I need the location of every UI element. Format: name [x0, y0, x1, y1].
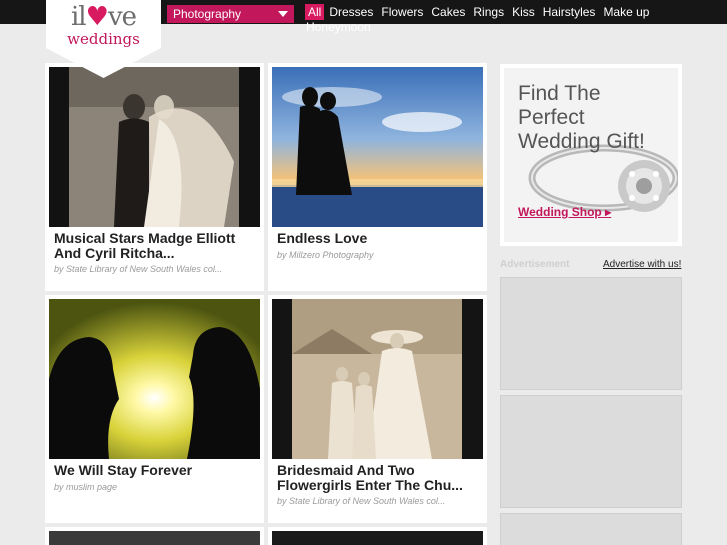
card-title[interactable]: Bridesmaid And Two Flowergirls Enter The…	[277, 463, 477, 493]
category-nav: All Dresses Flowers Cakes Rings Kiss Hairstyle…	[305, 3, 725, 21]
nav-item-dresses[interactable]: Dresses	[326, 4, 376, 20]
card-title[interactable]: Musical Stars Madge Elliott And Cyril Ri…	[54, 231, 254, 261]
photo-card[interactable]: Endless Love by Millzero Photography	[268, 63, 487, 291]
vintage-couple-image	[49, 67, 260, 227]
card-byline: by State Library of New South Wales col.…	[54, 264, 223, 274]
ad-slot[interactable]	[500, 277, 682, 390]
card-byline: by muslim page	[54, 482, 118, 492]
photo-card[interactable]: Bridesmaid And Two Flowergirls Enter The…	[268, 295, 487, 523]
dropdown-arrow-icon	[278, 11, 288, 17]
nav-item-flowers[interactable]: Flowers	[378, 4, 426, 20]
nav-item-kiss[interactable]: Kiss	[509, 4, 538, 20]
nav-item-hairstyles[interactable]: Hairstyles	[540, 4, 599, 20]
sunset-couple-image	[272, 67, 483, 227]
card-photo-vintage-couple[interactable]	[49, 67, 260, 227]
gift-ad-banner: Find The Perfect Wedding Gift! Wedding S…	[504, 68, 678, 242]
card-byline: by State Library of New South Wales col.…	[277, 496, 446, 506]
bridesmaid-image	[272, 299, 483, 459]
heart-icon: ♥	[85, 2, 109, 32]
advertise-with-us-link[interactable]: Advertise with us!	[603, 259, 681, 270]
ad-slot[interactable]	[500, 395, 682, 508]
nav-item-rings[interactable]: Rings	[470, 4, 507, 20]
card-photo-next[interactable]	[49, 531, 260, 545]
advertisement-label: Advertisement	[500, 259, 570, 270]
nav-item-makeup[interactable]: Make up	[600, 4, 652, 20]
card-title[interactable]: Endless Love	[277, 231, 477, 246]
photo-card[interactable]	[268, 527, 487, 545]
photo-card[interactable]: Musical Stars Madge Elliott And Cyril Ri…	[45, 63, 264, 291]
chevron-right-icon: ▸	[605, 205, 612, 219]
card-photo-silhouette-couple[interactable]	[49, 299, 260, 459]
card-photo-next[interactable]	[272, 531, 483, 545]
logo-ve: ve	[107, 2, 137, 32]
card-photo-bridesmaid[interactable]	[272, 299, 483, 459]
silhouette-couple-image	[49, 299, 260, 459]
nav-item-all[interactable]: All	[305, 4, 325, 20]
wedding-gift-ad[interactable]: Find The Perfect Wedding Gift! Wedding S…	[500, 64, 682, 246]
photo-card[interactable]	[45, 527, 264, 545]
card-photo-sunset-couple[interactable]	[272, 67, 483, 227]
photo-card[interactable]: We Will Stay Forever by muslim page	[45, 295, 264, 523]
site-logo[interactable]: il♥ve weddings	[46, 0, 161, 78]
nav-item-honeymoon[interactable]: Honeymoon	[306, 20, 371, 34]
gift-ad-headline: Find The Perfect Wedding Gift!	[518, 82, 645, 153]
logo-il: il	[70, 2, 87, 32]
ad-slot[interactable]	[500, 513, 682, 545]
category-dropdown-value: Photography	[173, 7, 242, 21]
wedding-shop-label: Wedding Shop	[518, 205, 602, 219]
logo-subtitle: weddings	[67, 30, 140, 48]
card-byline: by Millzero Photography	[277, 250, 374, 260]
wedding-shop-link[interactable]: Wedding Shop ▸	[518, 205, 611, 219]
category-dropdown[interactable]: Photography	[167, 5, 294, 23]
card-title[interactable]: We Will Stay Forever	[54, 463, 254, 478]
logo-wordmark: il♥ve	[46, 2, 161, 32]
nav-item-cakes[interactable]: Cakes	[428, 4, 468, 20]
